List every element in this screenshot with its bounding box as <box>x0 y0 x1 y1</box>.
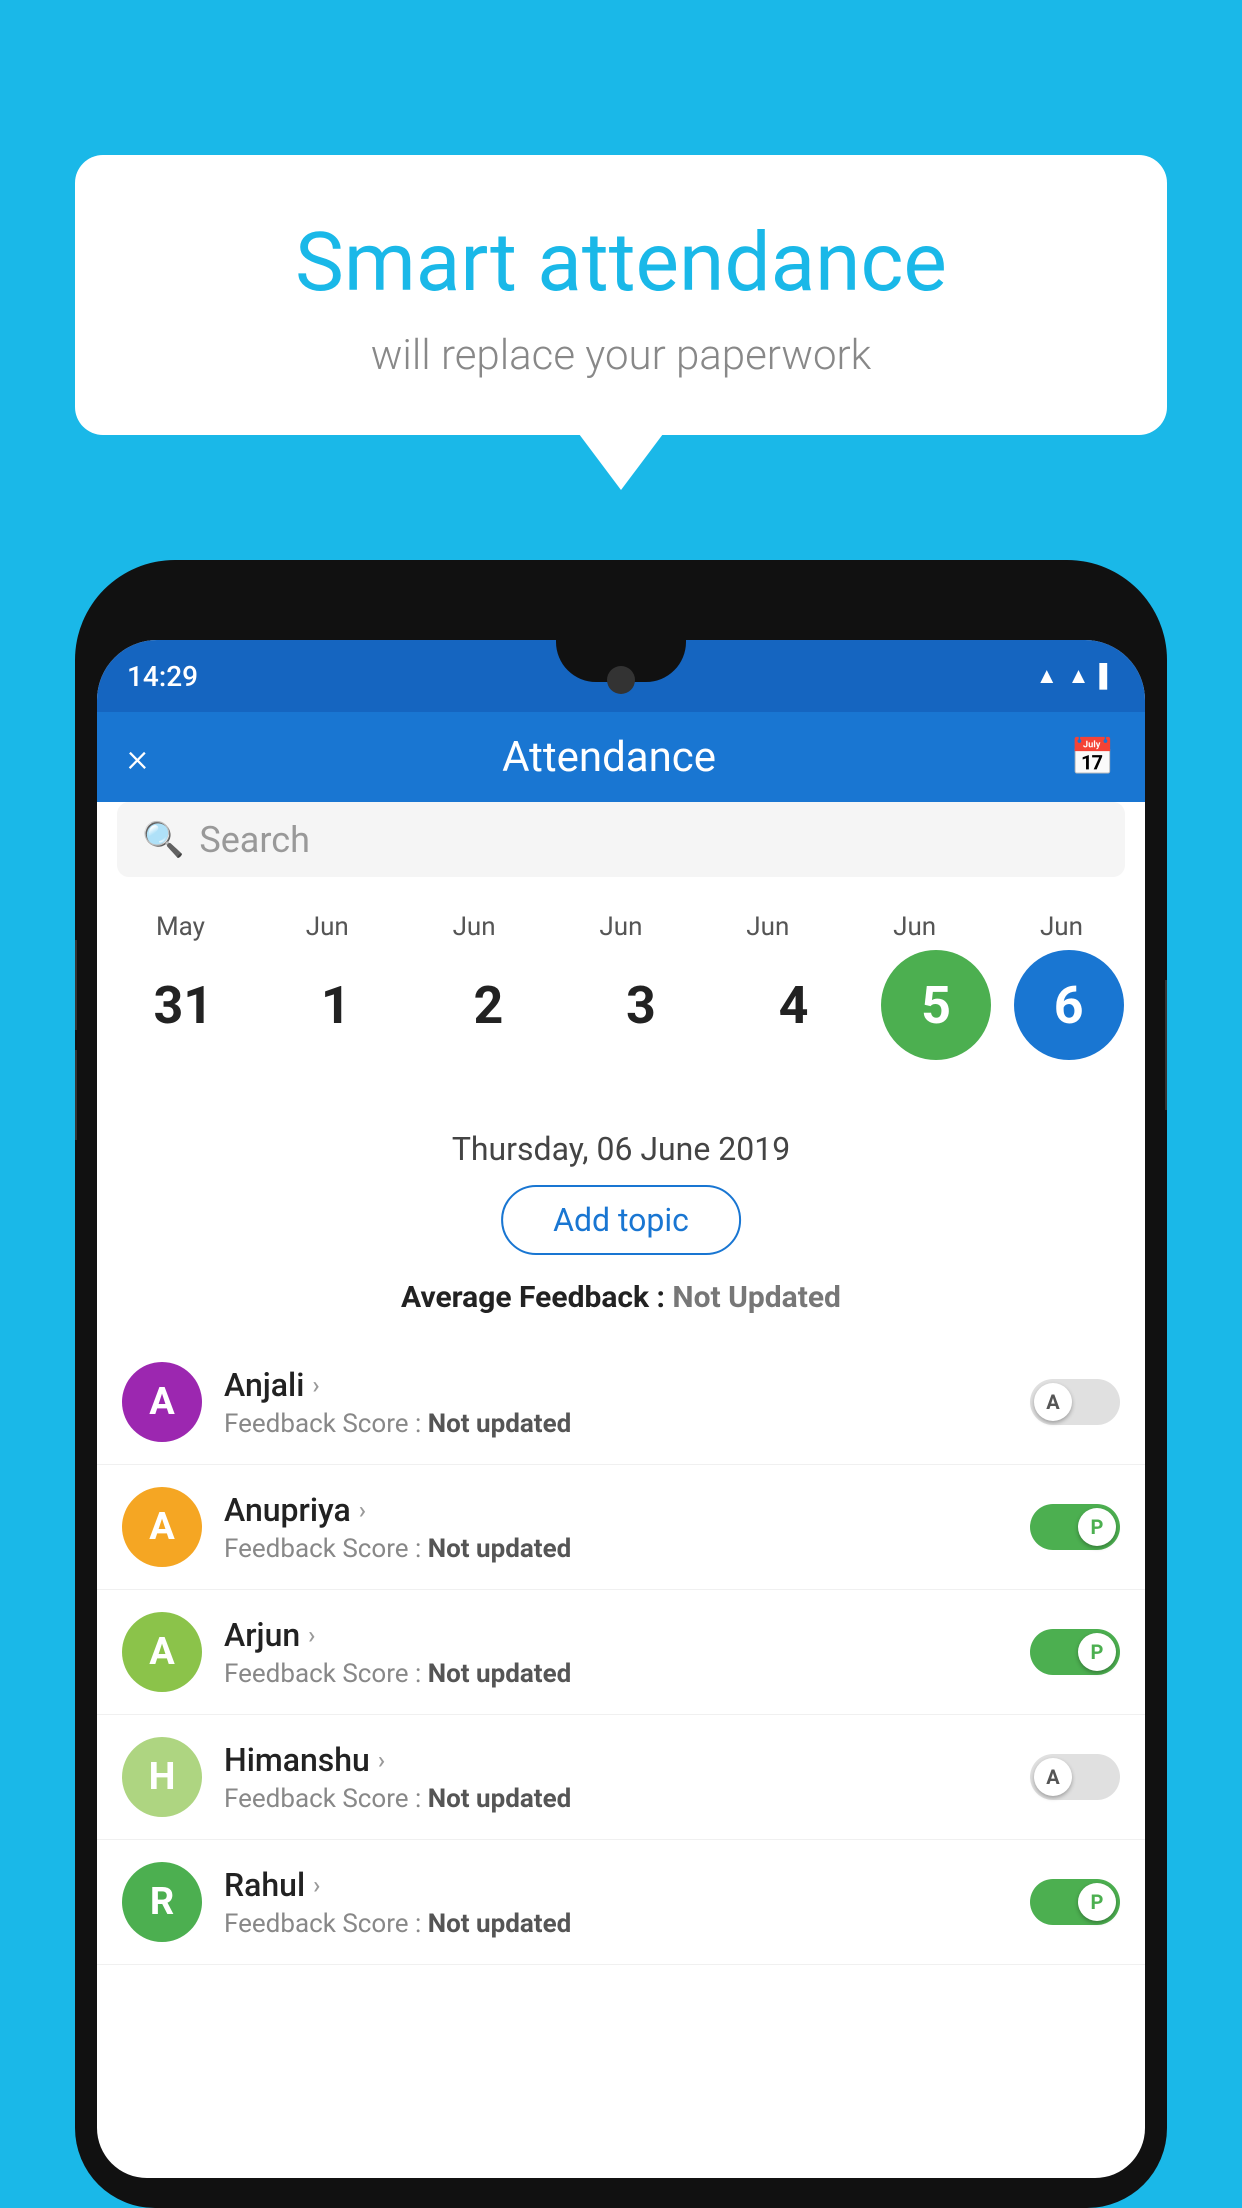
day-1[interactable]: 1 <box>271 955 401 1055</box>
student-info[interactable]: Rahul › Feedback Score : Not updated <box>224 1866 1008 1939</box>
search-icon: 🔍 <box>142 820 184 860</box>
attendance-toggle[interactable]: P <box>1030 1504 1120 1550</box>
bubble-title: Smart attendance <box>145 215 1097 311</box>
calendar-icon[interactable]: 📅 <box>1070 736 1115 778</box>
student-avatar: A <box>122 1487 202 1567</box>
phone-screen: 14:29 ▲ ▲ ▌ × Attendance 📅 🔍 Search May … <box>97 640 1145 2178</box>
student-name[interactable]: Rahul › <box>224 1866 1008 1904</box>
student-item: A Anjali › Feedback Score : Not updated A <box>97 1340 1145 1465</box>
chevron-right-icon: › <box>308 1621 315 1649</box>
day-4[interactable]: 4 <box>729 955 859 1055</box>
student-name[interactable]: Himanshu › <box>224 1741 1008 1779</box>
header-title: Attendance <box>502 733 716 782</box>
chevron-right-icon: › <box>359 1496 366 1524</box>
student-list: AAnjali ›Feedback Score : Not updatedAAA… <box>97 1340 1145 2178</box>
power-button <box>1165 980 1167 1110</box>
day-0[interactable]: 31 <box>118 955 248 1055</box>
app-header: × Attendance 📅 <box>97 712 1145 802</box>
student-feedback-score: Feedback Score : Not updated <box>224 1409 1008 1439</box>
day-2[interactable]: 2 <box>423 955 553 1055</box>
month-6: Jun <box>996 912 1126 942</box>
day-6-today[interactable]: 6 <box>1014 950 1124 1060</box>
month-5: Jun <box>850 912 980 942</box>
toggle-knob: A <box>1034 1758 1072 1796</box>
bubble-subtitle: will replace your paperwork <box>145 331 1097 380</box>
student-info[interactable]: Himanshu › Feedback Score : Not updated <box>224 1741 1008 1814</box>
month-1: Jun <box>262 912 392 942</box>
signal-icon: ▲ <box>1068 663 1090 689</box>
student-info[interactable]: Arjun › Feedback Score : Not updated <box>224 1616 1008 1689</box>
day-5-selected[interactable]: 5 <box>881 950 991 1060</box>
camera <box>607 666 635 694</box>
month-2: Jun <box>409 912 539 942</box>
toggle-knob: P <box>1078 1633 1116 1671</box>
student-item: R Rahul › Feedback Score : Not updated P <box>97 1840 1145 1965</box>
chevron-right-icon: › <box>312 1371 319 1399</box>
chevron-right-icon: › <box>313 1871 320 1899</box>
day-3[interactable]: 3 <box>576 955 706 1055</box>
avg-value: Not Updated <box>672 1280 841 1315</box>
toggle-knob: P <box>1078 1883 1116 1921</box>
student-feedback-score: Feedback Score : Not updated <box>224 1534 1008 1564</box>
calendar-days: 31 1 2 3 4 5 6 <box>107 950 1135 1060</box>
student-name[interactable]: Anjali › <box>224 1366 1008 1404</box>
phone-frame: 14:29 ▲ ▲ ▌ × Attendance 📅 🔍 Search May … <box>75 560 1167 2208</box>
attendance-toggle[interactable]: A <box>1030 1379 1120 1425</box>
avg-label: Average Feedback : <box>401 1280 672 1315</box>
date-display: Thursday, 06 June 2019 <box>97 1130 1145 1168</box>
month-3: Jun <box>556 912 686 942</box>
status-icons: ▲ ▲ ▌ <box>1036 663 1115 689</box>
search-bar[interactable]: 🔍 Search <box>117 802 1125 877</box>
student-feedback-score: Feedback Score : Not updated <box>224 1659 1008 1689</box>
add-topic-button[interactable]: Add topic <box>501 1185 741 1255</box>
student-avatar: R <box>122 1862 202 1942</box>
student-item: A Anupriya › Feedback Score : Not updated P <box>97 1465 1145 1590</box>
calendar-strip: May Jun Jun Jun Jun Jun Jun 31 1 2 3 4 5… <box>97 892 1145 1070</box>
student-avatar: H <box>122 1737 202 1817</box>
student-info[interactable]: Anjali › Feedback Score : Not updated <box>224 1366 1008 1439</box>
student-item: H Himanshu › Feedback Score : Not updated A <box>97 1715 1145 1840</box>
month-4: Jun <box>703 912 833 942</box>
month-0: May <box>115 912 245 942</box>
student-item: A Arjun › Feedback Score : Not updated P <box>97 1590 1145 1715</box>
student-feedback-score: Feedback Score : Not updated <box>224 1909 1008 1939</box>
battery-icon: ▌ <box>1099 663 1115 689</box>
student-name[interactable]: Arjun › <box>224 1616 1008 1654</box>
student-info[interactable]: Anupriya › Feedback Score : Not updated <box>224 1491 1008 1564</box>
student-feedback-score: Feedback Score : Not updated <box>224 1784 1008 1814</box>
student-name[interactable]: Anupriya › <box>224 1491 1008 1529</box>
attendance-toggle[interactable]: P <box>1030 1629 1120 1675</box>
status-time: 14:29 <box>127 660 198 693</box>
search-placeholder: Search <box>199 819 310 861</box>
average-feedback: Average Feedback : Not Updated <box>97 1280 1145 1315</box>
attendance-toggle[interactable]: P <box>1030 1879 1120 1925</box>
wifi-icon: ▲ <box>1036 663 1058 689</box>
calendar-months: May Jun Jun Jun Jun Jun Jun <box>107 912 1135 942</box>
toggle-knob: P <box>1078 1508 1116 1546</box>
student-avatar: A <box>122 1612 202 1692</box>
close-button[interactable]: × <box>127 734 148 781</box>
attendance-toggle[interactable]: A <box>1030 1754 1120 1800</box>
toggle-knob: A <box>1034 1383 1072 1421</box>
speech-bubble: Smart attendance will replace your paper… <box>75 155 1167 435</box>
student-avatar: A <box>122 1362 202 1442</box>
chevron-right-icon: › <box>378 1746 385 1774</box>
volume-up-button <box>75 940 77 1030</box>
volume-down-button <box>75 1050 77 1140</box>
